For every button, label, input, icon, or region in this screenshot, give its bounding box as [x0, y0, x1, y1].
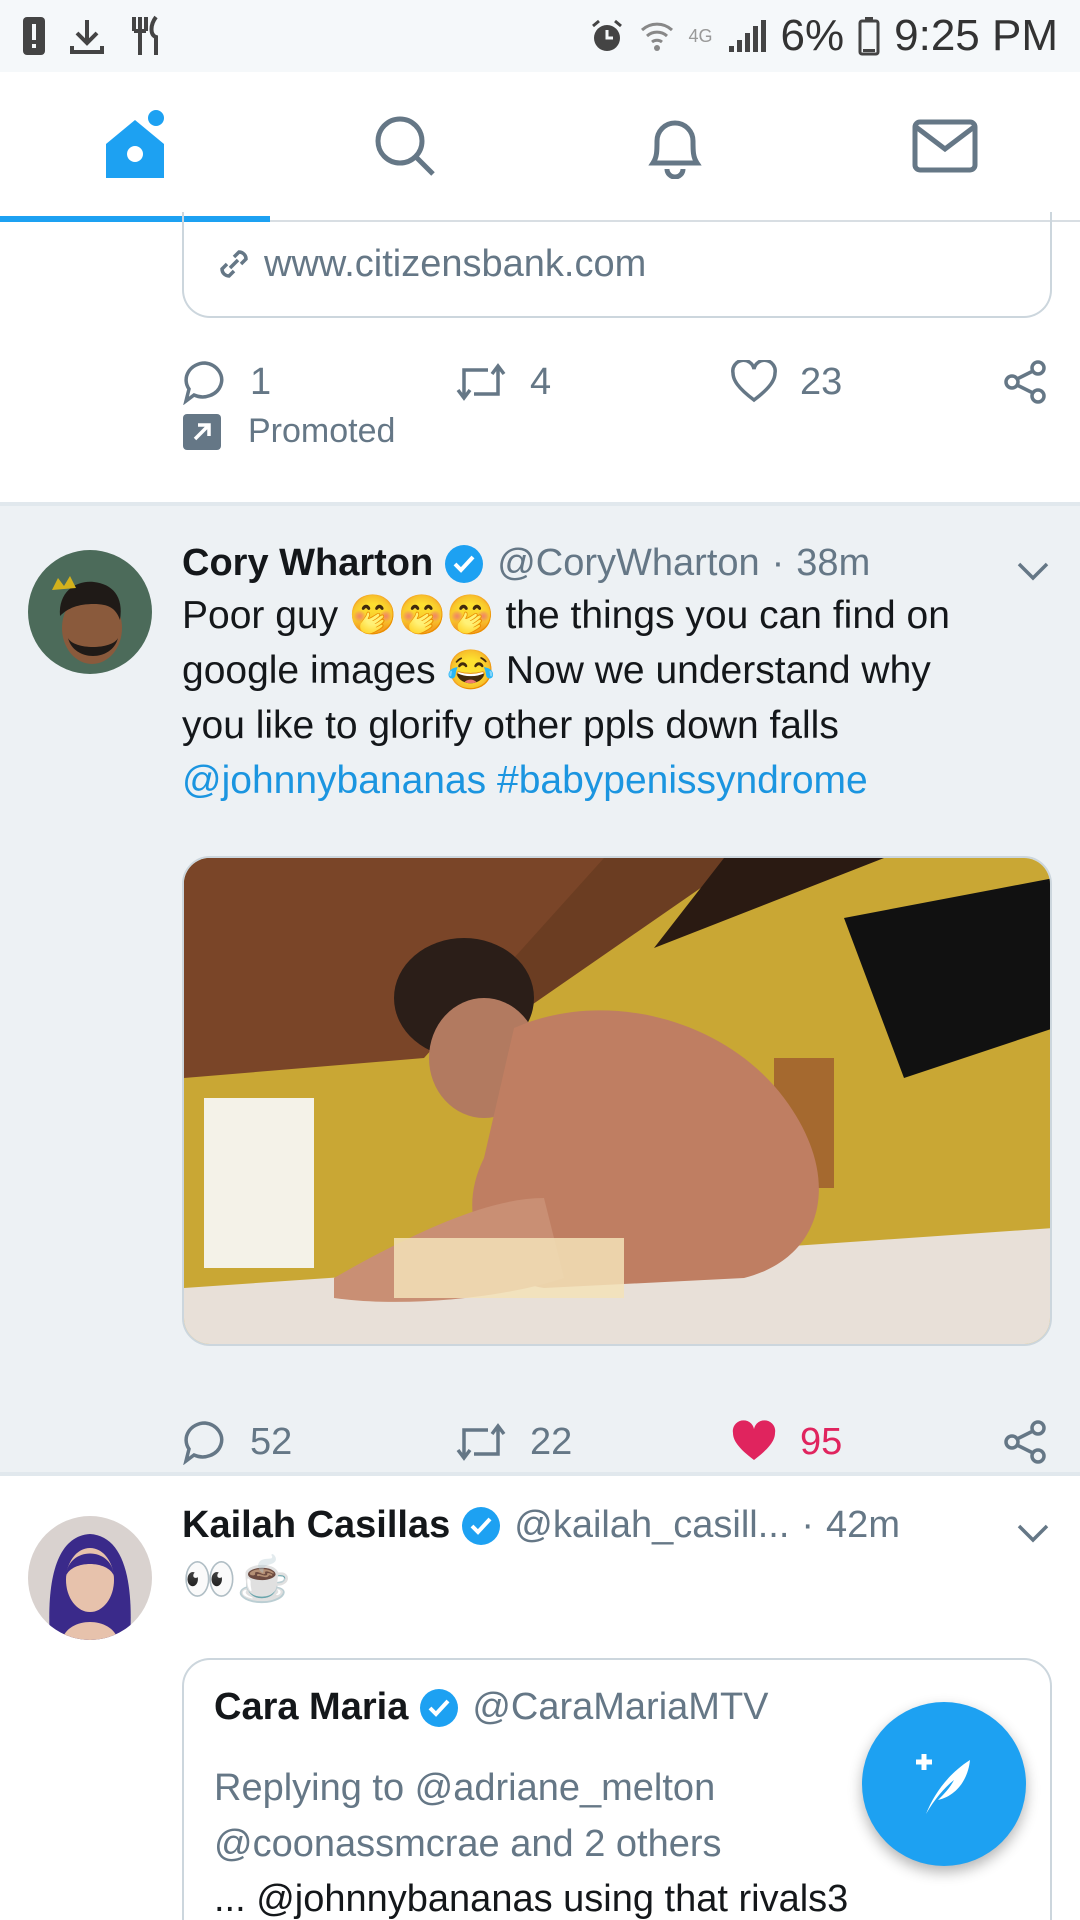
separator-dot: ·	[801, 1504, 815, 1546]
network-type: 4G	[688, 25, 713, 46]
promoted-actions: 1 4 23	[182, 352, 1052, 412]
download-icon	[70, 20, 104, 54]
avatar[interactable]	[28, 550, 152, 674]
tweet-header: Kailah Casillas @kailah_casill... · 42m	[182, 1504, 900, 1547]
tab-notifications[interactable]	[540, 72, 810, 220]
reply-icon	[183, 361, 224, 405]
chevron-down-icon[interactable]	[1016, 560, 1050, 582]
compose-tweet-button[interactable]	[862, 1702, 1026, 1866]
replying-to-line: Replying to @adriane_melton	[214, 1767, 716, 1809]
quoted-header: Cara Maria @CaraMariaMTV	[214, 1686, 769, 1729]
link-url: www.citizensbank.com	[264, 242, 647, 285]
author-name[interactable]: Kailah Casillas	[182, 1504, 450, 1547]
replying-to-line: @coonassmcrae and 2 others	[214, 1823, 722, 1865]
battery-icon	[858, 17, 880, 56]
tweet-text-line: google images 😂 Now we understand why	[182, 649, 931, 692]
author-handle[interactable]: @kailah_casill...	[514, 1504, 789, 1547]
compose-feather-icon	[916, 1754, 970, 1814]
tweet-text: Poor guy 🤭🤭🤭 the things you can find on …	[182, 588, 1062, 808]
tweet-media[interactable]	[182, 856, 1052, 1346]
tab-search[interactable]	[270, 72, 540, 220]
chevron-down-icon[interactable]	[1016, 1522, 1050, 1544]
alarm-icon	[591, 19, 622, 51]
retweet-button[interactable]: 22	[454, 1421, 730, 1464]
tweet-text: 👀☕	[182, 1555, 292, 1604]
like-button[interactable]: 95	[730, 1420, 1002, 1464]
reply-count: 1	[250, 360, 272, 403]
share-icon	[1004, 360, 1046, 404]
bell-icon	[648, 120, 702, 179]
promoted-icon	[183, 413, 221, 450]
restaurant-icon	[132, 15, 158, 55]
quoted-author-name: Cara Maria	[214, 1686, 409, 1728]
tweet-actions: 52 22 95	[182, 1412, 1052, 1472]
heart-icon	[731, 360, 777, 403]
link-card[interactable]: www.citizensbank.com	[182, 212, 1052, 318]
mention-link[interactable]: @johnnybananas	[182, 759, 486, 802]
tweet-time: 38m	[796, 542, 871, 584]
share-button[interactable]	[1002, 1419, 1048, 1465]
reply-button[interactable]: 52	[182, 1419, 454, 1465]
heart-filled-icon	[732, 1420, 776, 1460]
reply-count: 52	[250, 1420, 293, 1463]
quoted-text: ... @johnnybananas using that rivals3	[214, 1878, 849, 1920]
avatar[interactable]	[28, 1516, 152, 1640]
reply-button[interactable]: 1	[182, 359, 454, 405]
like-count: 23	[800, 360, 843, 403]
home-icon	[106, 110, 164, 178]
search-icon	[375, 116, 435, 176]
tab-home[interactable]	[0, 72, 270, 220]
retweet-count: 22	[530, 1420, 573, 1463]
like-button[interactable]: 23	[730, 360, 1002, 404]
quoted-author-handle: @CaraMariaMTV	[472, 1686, 769, 1728]
share-button[interactable]	[1002, 359, 1048, 405]
share-icon	[1004, 1420, 1046, 1464]
replying-to: Replying to @adriane_melton @coonassmcra…	[214, 1760, 722, 1872]
promoted-label-row: Promoted	[182, 412, 395, 451]
tab-messages[interactable]	[810, 72, 1080, 220]
status-bar: 4G 6% 9:25 PM	[0, 0, 1080, 72]
tweet[interactable]: Cory Wharton @CoryWharton · 38m Poor guy…	[0, 506, 1080, 1472]
hashtag-link[interactable]: #babypenissyndrome	[497, 759, 868, 802]
wifi-calling-icon	[640, 22, 673, 51]
verified-icon	[462, 1506, 501, 1545]
clock: 9:25 PM	[894, 11, 1058, 60]
author-name[interactable]: Cory Wharton	[182, 542, 433, 585]
alert-icon	[23, 17, 45, 55]
tweet-text-line: you like to glorify other ppls down fall…	[182, 704, 839, 747]
retweet-button[interactable]: 4	[454, 361, 730, 404]
mail-icon	[912, 119, 978, 173]
tweet-text-line: Poor guy 🤭🤭🤭 the things you can find on	[182, 594, 950, 637]
verified-icon	[445, 544, 484, 583]
link-icon	[220, 250, 248, 278]
top-navigation	[0, 72, 1080, 222]
reply-icon	[183, 1421, 224, 1465]
like-count: 95	[800, 1420, 843, 1463]
verified-icon	[420, 1688, 459, 1727]
retweet-count: 4	[530, 360, 552, 403]
promoted-label: Promoted	[248, 412, 396, 450]
author-handle[interactable]: @CoryWharton	[497, 542, 759, 585]
signal-icon	[728, 20, 766, 52]
separator-dot: ·	[771, 542, 785, 584]
tweet-time: 42m	[826, 1504, 900, 1546]
tweet-header: Cory Wharton @CoryWharton · 38m	[182, 542, 870, 585]
retweet-icon	[456, 363, 506, 401]
promoted-tweet: www.citizensbank.com 1 4 23 Promoted	[0, 212, 1080, 502]
retweet-icon	[456, 1423, 506, 1461]
battery-percent: 6%	[780, 11, 845, 60]
